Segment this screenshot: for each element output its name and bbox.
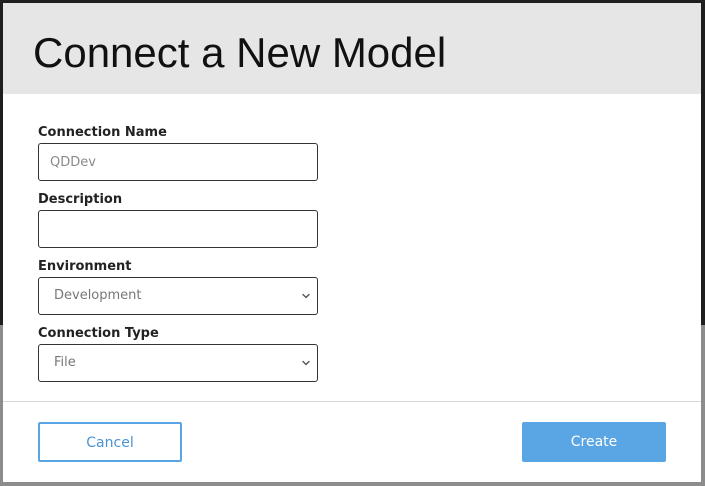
connection-name-input[interactable] bbox=[38, 143, 318, 181]
footer-divider bbox=[3, 401, 701, 402]
connection-type-select[interactable]: File bbox=[38, 344, 318, 382]
dialog-title: Connect a New Model bbox=[33, 29, 447, 76]
dialog-header: Connect a New Model bbox=[3, 3, 701, 94]
environment-select[interactable]: Development bbox=[38, 277, 318, 315]
chevron-down-icon bbox=[302, 293, 310, 299]
chevron-down-icon bbox=[302, 360, 310, 366]
connection-type-selected-value: File bbox=[54, 355, 76, 370]
connection-type-label: Connection Type bbox=[38, 326, 159, 341]
create-button[interactable]: Create bbox=[522, 422, 666, 462]
description-input[interactable] bbox=[38, 210, 318, 248]
connection-name-label: Connection Name bbox=[38, 125, 167, 140]
connect-model-dialog: Connect a New Model Connection Name Desc… bbox=[3, 3, 701, 482]
environment-selected-value: Development bbox=[54, 288, 142, 303]
environment-label: Environment bbox=[38, 259, 132, 274]
description-label: Description bbox=[38, 192, 123, 207]
cancel-button[interactable]: Cancel bbox=[38, 422, 182, 462]
